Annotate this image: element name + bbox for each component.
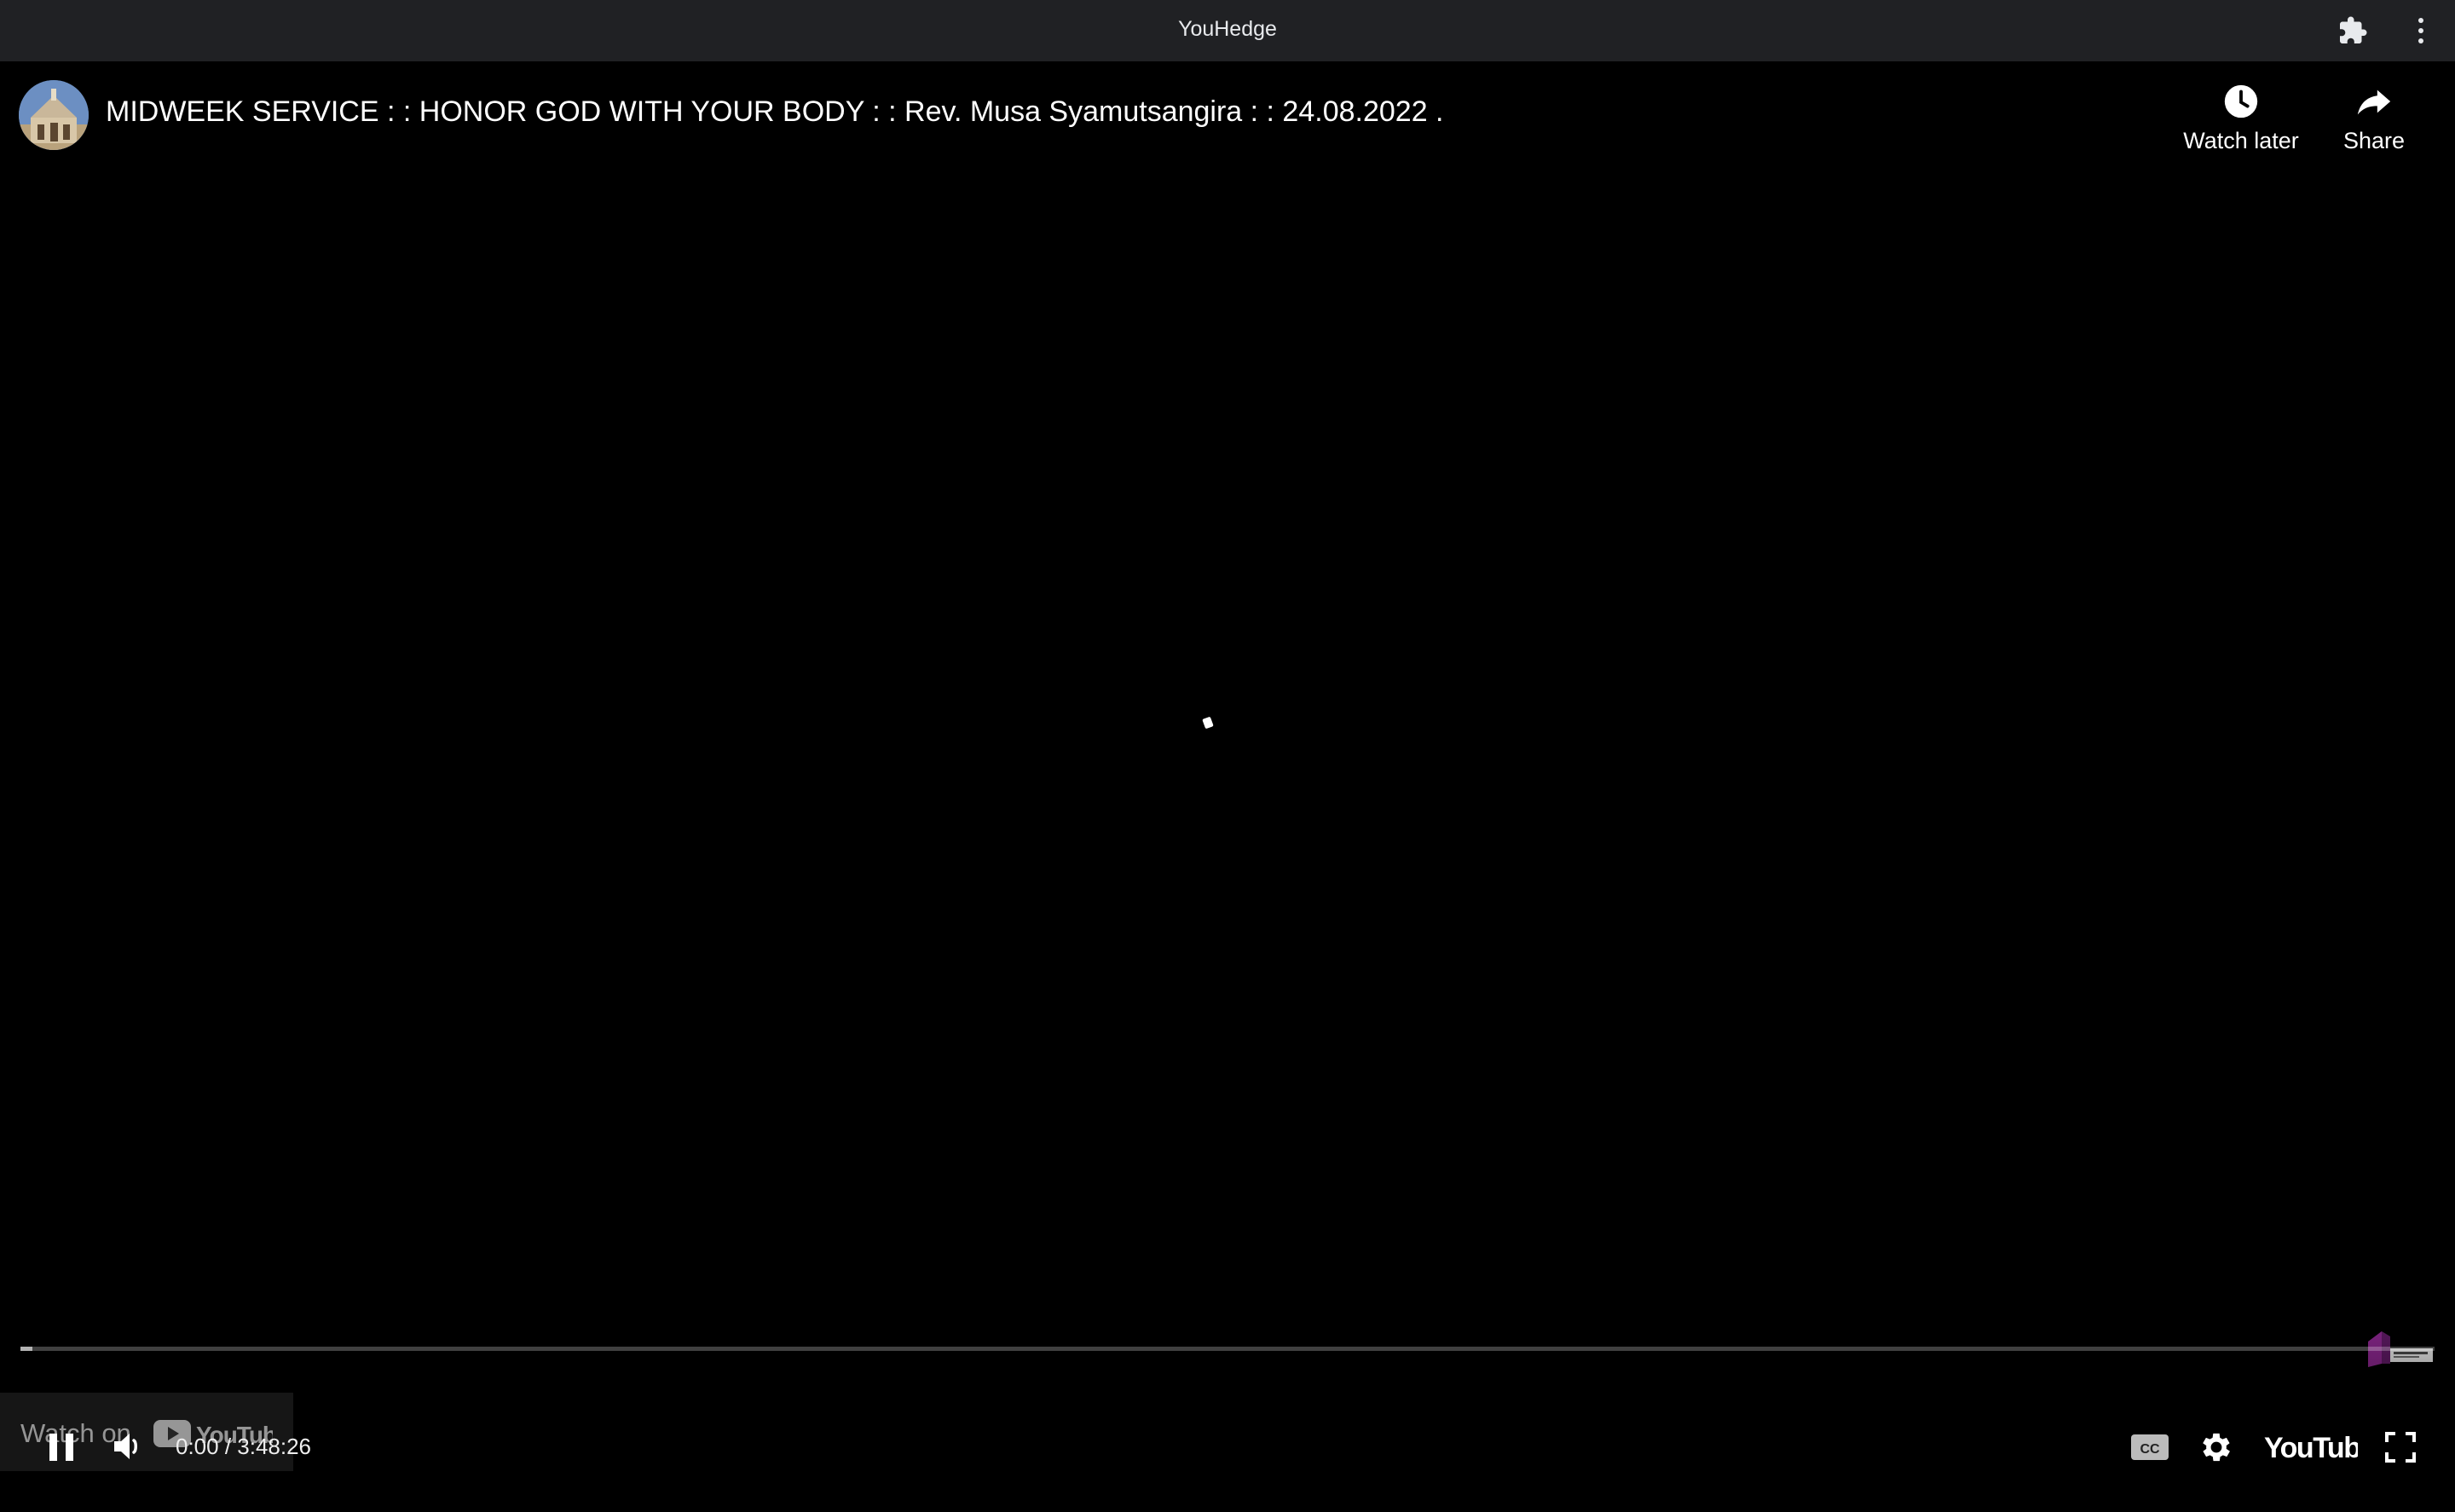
pause-icon[interactable] [43,1428,80,1466]
puzzle-icon[interactable] [2337,15,2368,46]
progress-bar[interactable] [20,1347,2435,1351]
youtube-brand-icon[interactable]: YouTube [2264,1428,2358,1466]
youtube-brand-label: YouTube [2264,1432,2358,1464]
share-arrow-icon [2357,89,2391,115]
share-label: Share [2342,128,2406,153]
video-title[interactable]: MIDWEEK SERVICE : : HONOR GOD WITH YOUR … [106,95,1444,129]
closed-captions-icon[interactable]: CC [2129,1432,2170,1463]
church-avatar [19,80,89,150]
loading-spinner [1202,716,1214,730]
fullscreen-icon[interactable] [2383,1430,2417,1464]
svg-text:CC: CC [2140,1442,2160,1457]
time-display: 0:00 / 3:48:26 [176,1434,312,1459]
progress-buffered [20,1347,32,1351]
watch-later-button[interactable]: Watch later [2177,82,2305,154]
clock-icon [2224,84,2258,118]
share-button[interactable]: Share [2336,82,2412,154]
bottom-gradient [0,1307,2455,1512]
video-player[interactable]: MIDWEEK SERVICE : : HONOR GOD WITH YOUR … [0,61,2455,1512]
window-title: YouHedge [1178,17,1277,41]
title-bar: YouHedge [0,0,2455,62]
channel-avatar[interactable] [19,80,89,150]
volume-icon[interactable] [109,1427,148,1466]
settings-gear-icon[interactable] [2198,1428,2235,1466]
top-overlay [0,61,2455,232]
more-vert-icon[interactable] [2409,14,2433,48]
watch-later-label: Watch later [2183,128,2299,153]
browser-window: YouHedge MIDWEEK SERVICE : : HONOR GOD W… [0,0,2455,1512]
